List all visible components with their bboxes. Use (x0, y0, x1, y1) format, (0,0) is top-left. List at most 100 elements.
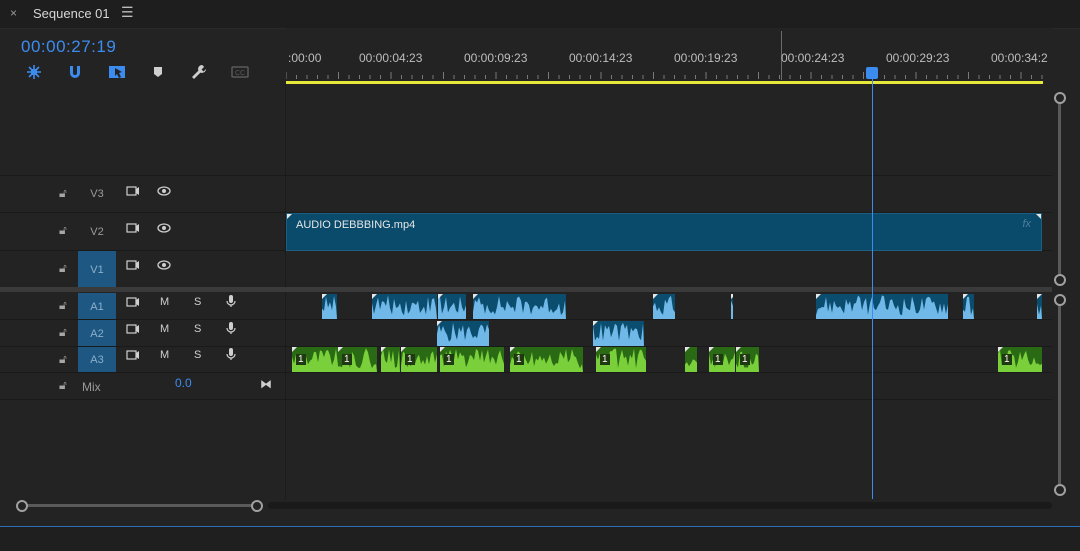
microphone-icon[interactable] (224, 347, 238, 361)
lock-icon[interactable]: 🔓︎ (59, 261, 67, 276)
solo-button[interactable]: S (194, 296, 201, 308)
track-separator (0, 319, 1052, 320)
video-clip[interactable]: AUDIO DEBBBING.mp4 fx (286, 213, 1042, 251)
sync-lock-icon[interactable] (126, 184, 140, 198)
sync-lock-icon[interactable] (126, 348, 140, 362)
sequence-tab-title[interactable]: Sequence 01 (33, 6, 110, 21)
mute-button[interactable]: M (160, 296, 169, 308)
clip-channel-label: 1 (740, 354, 750, 365)
clip-corner-marker (372, 294, 377, 299)
audio-clip[interactable] (653, 294, 675, 319)
solo-button[interactable]: S (194, 349, 201, 361)
mute-button[interactable]: M (160, 349, 169, 361)
scrollbar-handle-top[interactable] (1054, 294, 1066, 306)
panel-menu-icon[interactable]: ☰ (121, 4, 134, 21)
clip-channel-label: 1 (514, 354, 524, 365)
lock-icon[interactable]: 🔓︎ (59, 352, 67, 367)
clip-corner-marker (1037, 294, 1042, 299)
audio-clip[interactable] (1037, 294, 1042, 319)
track-id-a1[interactable]: A1 (78, 293, 116, 319)
add-marker-icon[interactable] (148, 62, 168, 82)
track-id-v1[interactable]: V1 (78, 251, 116, 287)
sync-lock-icon[interactable] (126, 258, 140, 272)
sequence-tab-bar: × Sequence 01 ☰ (0, 0, 1080, 29)
track-id-v2[interactable]: V2 (78, 226, 116, 238)
lock-icon[interactable]: 🔓︎ (59, 186, 67, 201)
audio-clip[interactable]: 1 (338, 347, 377, 372)
audio-clip[interactable]: 1 (736, 347, 759, 372)
audio-clip[interactable] (437, 321, 489, 346)
mix-volume-value[interactable]: 0.0 (175, 376, 192, 390)
clip-corner-marker (510, 347, 515, 352)
audio-clip[interactable]: 1 (709, 347, 735, 372)
scrollbar-handle-top[interactable] (1054, 92, 1066, 104)
zoom-handle-left[interactable] (16, 500, 28, 512)
lock-icon[interactable]: 🔓︎ (59, 325, 67, 340)
track-separator (0, 399, 1052, 400)
mute-button[interactable]: M (160, 323, 169, 335)
scrollbar-thumb[interactable] (22, 504, 257, 507)
snap-icon[interactable] (65, 62, 85, 82)
audio-track-scrollbar[interactable] (1053, 290, 1067, 496)
clip-channel-label: 1 (1002, 354, 1012, 365)
microphone-icon[interactable] (224, 294, 238, 308)
audio-clip[interactable] (593, 321, 644, 346)
audio-clip[interactable] (438, 294, 466, 319)
ruler-time-label: 00:00:34:2 (991, 51, 1048, 65)
scrollbar-background[interactable] (268, 502, 1052, 509)
audio-clip[interactable]: 1 (596, 347, 646, 372)
clip-corner-marker (736, 347, 741, 352)
sync-lock-icon[interactable] (126, 221, 140, 235)
lock-icon[interactable]: 🔓︎ (59, 223, 67, 238)
audio-clip[interactable] (963, 294, 974, 319)
scrollbar-handle-bottom[interactable] (1054, 274, 1066, 286)
sync-lock-icon[interactable] (126, 322, 140, 336)
scrollbar-handle-bottom[interactable] (1054, 484, 1066, 496)
sync-lock-icon[interactable] (126, 295, 140, 309)
clip-channel-label: 1 (405, 354, 415, 365)
audio-clip[interactable] (372, 294, 437, 319)
audio-clip[interactable] (731, 294, 733, 319)
wrench-icon[interactable] (189, 62, 209, 82)
audio-clip[interactable] (322, 294, 337, 319)
zoom-handle-right[interactable] (251, 500, 263, 512)
playhead-timecode[interactable]: 00:00:27:19 (21, 37, 116, 57)
track-id-a3[interactable]: A3 (78, 347, 116, 372)
audio-clip[interactable]: 1 (440, 347, 504, 372)
track-id-v3[interactable]: V3 (78, 188, 116, 200)
close-tab-icon[interactable]: × (10, 6, 17, 20)
clip-corner-marker (685, 347, 690, 352)
mix-bowtie-icon[interactable]: ⧓ (260, 377, 272, 391)
playhead-line[interactable] (872, 74, 873, 499)
timeline-zoom-scrollbar[interactable] (0, 499, 1080, 513)
nest-sequence-icon[interactable] (24, 62, 44, 82)
solo-button[interactable]: S (194, 323, 201, 335)
scrollbar-track[interactable] (1058, 300, 1061, 490)
ruler-time-label: 00:00:29:23 (886, 51, 950, 65)
clip-corner-marker (653, 294, 658, 299)
microphone-icon[interactable] (224, 321, 238, 335)
audio-clip[interactable] (685, 347, 697, 372)
audio-clip[interactable] (381, 347, 400, 372)
scrollbar-track[interactable] (1058, 98, 1061, 278)
audio-clip[interactable]: 1 (401, 347, 437, 372)
eye-icon[interactable] (157, 258, 171, 272)
linked-selection-icon[interactable] (107, 62, 127, 82)
captions-icon[interactable]: CC (230, 62, 250, 82)
audio-clip[interactable]: 1 (998, 347, 1042, 372)
video-track-scrollbar[interactable] (1053, 88, 1067, 288)
audio-clip[interactable] (816, 294, 948, 319)
track-id-a2[interactable]: A2 (78, 320, 116, 346)
audio-clip[interactable]: 1 (510, 347, 583, 372)
ruler-time-label: 00:00:19:23 (674, 51, 738, 65)
clip-corner-marker (322, 294, 327, 299)
audio-clip[interactable] (473, 294, 566, 319)
clip-corner-marker (292, 347, 297, 352)
clip-channel-label: 1 (600, 354, 610, 365)
eye-icon[interactable] (157, 221, 171, 235)
lock-icon[interactable]: 🔓︎ (59, 378, 67, 393)
video-audio-divider[interactable] (0, 287, 1052, 292)
eye-icon[interactable] (157, 184, 171, 198)
audio-clip[interactable]: 1 (292, 347, 338, 372)
lock-icon[interactable]: 🔓︎ (59, 298, 67, 313)
